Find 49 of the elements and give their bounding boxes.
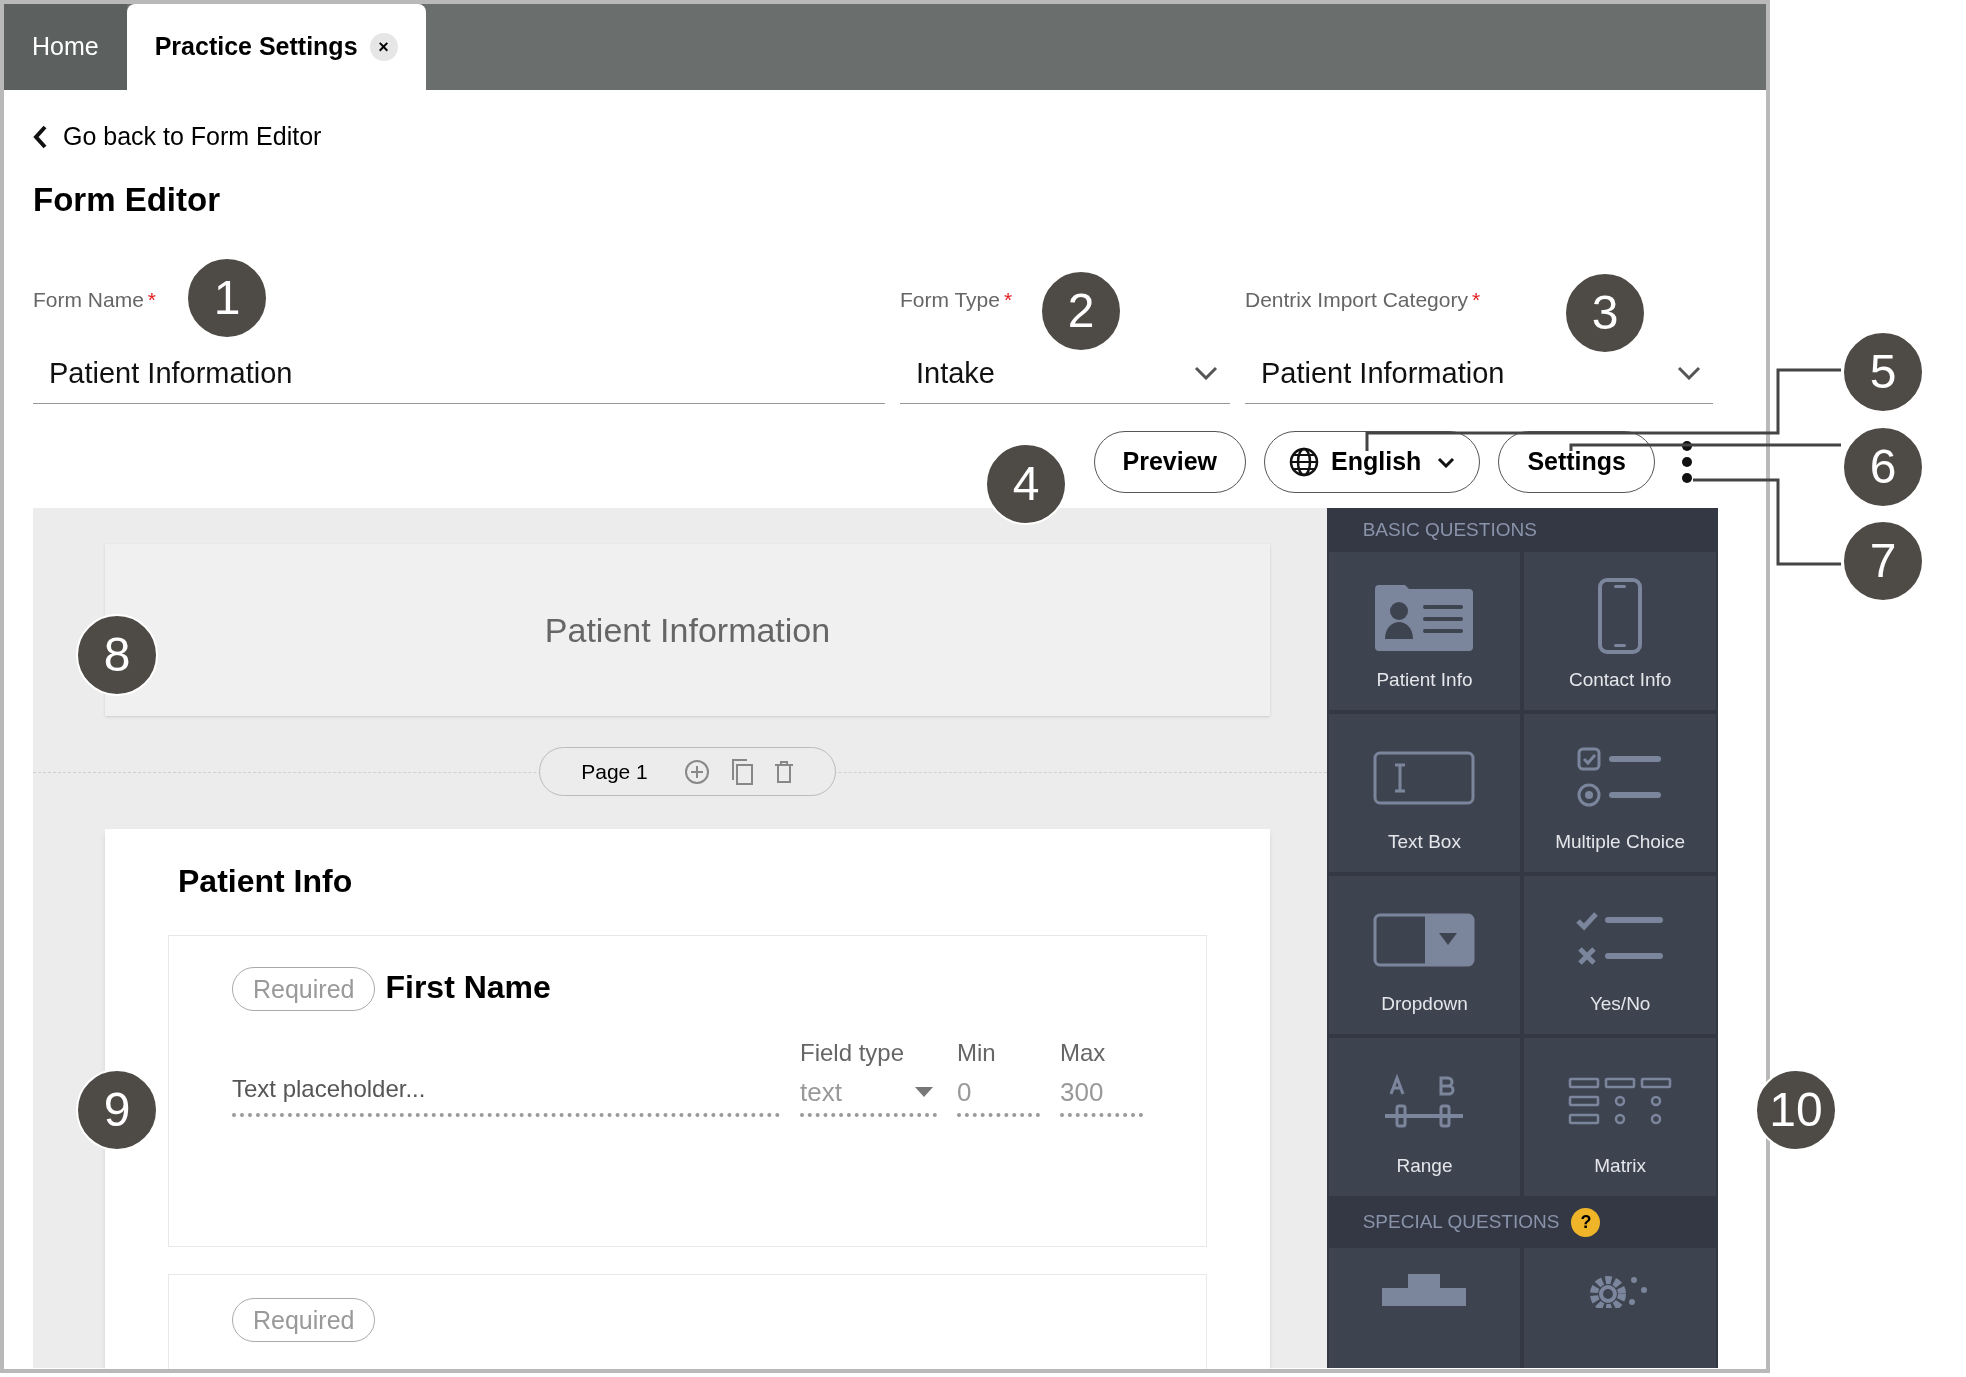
- form-header-title: Patient Information: [544, 609, 831, 651]
- trash-icon[interactable]: [773, 759, 794, 784]
- question-tile[interactable]: Dropdown: [1328, 876, 1521, 1035]
- question-tile[interactable]: Contact Info: [1524, 552, 1716, 711]
- text-box-icon: [1373, 751, 1476, 806]
- question-title: First Name: [385, 968, 551, 1007]
- range-slider-icon: [1383, 1074, 1466, 1131]
- question-tile[interactable]: Patient Info: [1328, 552, 1521, 711]
- text-placeholder-field[interactable]: Text placeholder...: [232, 1065, 780, 1117]
- more-options-icon[interactable]: [1681, 440, 1693, 484]
- number-marker: 2: [1040, 270, 1122, 352]
- field-label: Max: [1060, 1038, 1107, 1068]
- palette-header: SPECIAL QUESTIONS: [1362, 1209, 1560, 1234]
- palette-header: BASIC QUESTIONS: [1362, 517, 1537, 542]
- chevron-down-icon: [1677, 366, 1701, 381]
- phone-icon: [1598, 578, 1643, 655]
- number-marker: 7: [1842, 520, 1924, 602]
- copy-icon[interactable]: [729, 757, 754, 786]
- back-link[interactable]: Go back to Form Editor: [33, 114, 1718, 160]
- chevron-down-icon: [1194, 366, 1218, 381]
- number-marker: 10: [1755, 1069, 1837, 1151]
- section-title: Patient Info: [178, 862, 353, 901]
- number-marker: 1: [186, 257, 268, 339]
- question-tile[interactable]: [1328, 1248, 1521, 1368]
- number-marker: 4: [985, 443, 1067, 525]
- dropdown-icon: [1373, 913, 1476, 968]
- dropdown-arrow-icon: [915, 1087, 933, 1097]
- question-tile[interactable]: Multiple Choice: [1524, 714, 1716, 873]
- plus-shape-icon: [1382, 1274, 1467, 1306]
- number-marker: 3: [1564, 272, 1646, 354]
- field-label: Min: [957, 1038, 997, 1068]
- number-marker: 5: [1842, 331, 1924, 413]
- close-tab-button[interactable]: ×: [369, 33, 398, 61]
- help-icon[interactable]: ?: [1571, 1207, 1601, 1237]
- question-tile[interactable]: Text Box: [1328, 714, 1521, 873]
- number-marker: 6: [1842, 426, 1924, 508]
- page-label: Page 1: [581, 758, 648, 785]
- page-title: Form Editor: [33, 180, 220, 220]
- question-tile[interactable]: Yes/No: [1524, 876, 1716, 1035]
- tab[interactable]: Practice Settings ×: [126, 4, 426, 90]
- chevron-left-icon: [33, 125, 47, 149]
- globe-icon: [1289, 447, 1320, 477]
- field-label: Field type: [800, 1038, 906, 1068]
- question-tile[interactable]: Range: [1328, 1038, 1521, 1197]
- add-page-icon[interactable]: [683, 758, 710, 785]
- question-tile[interactable]: Matrix: [1524, 1038, 1716, 1197]
- tab[interactable]: Home: [4, 4, 127, 90]
- chevron-down-icon: [1437, 456, 1456, 468]
- question-tile[interactable]: [1524, 1248, 1716, 1368]
